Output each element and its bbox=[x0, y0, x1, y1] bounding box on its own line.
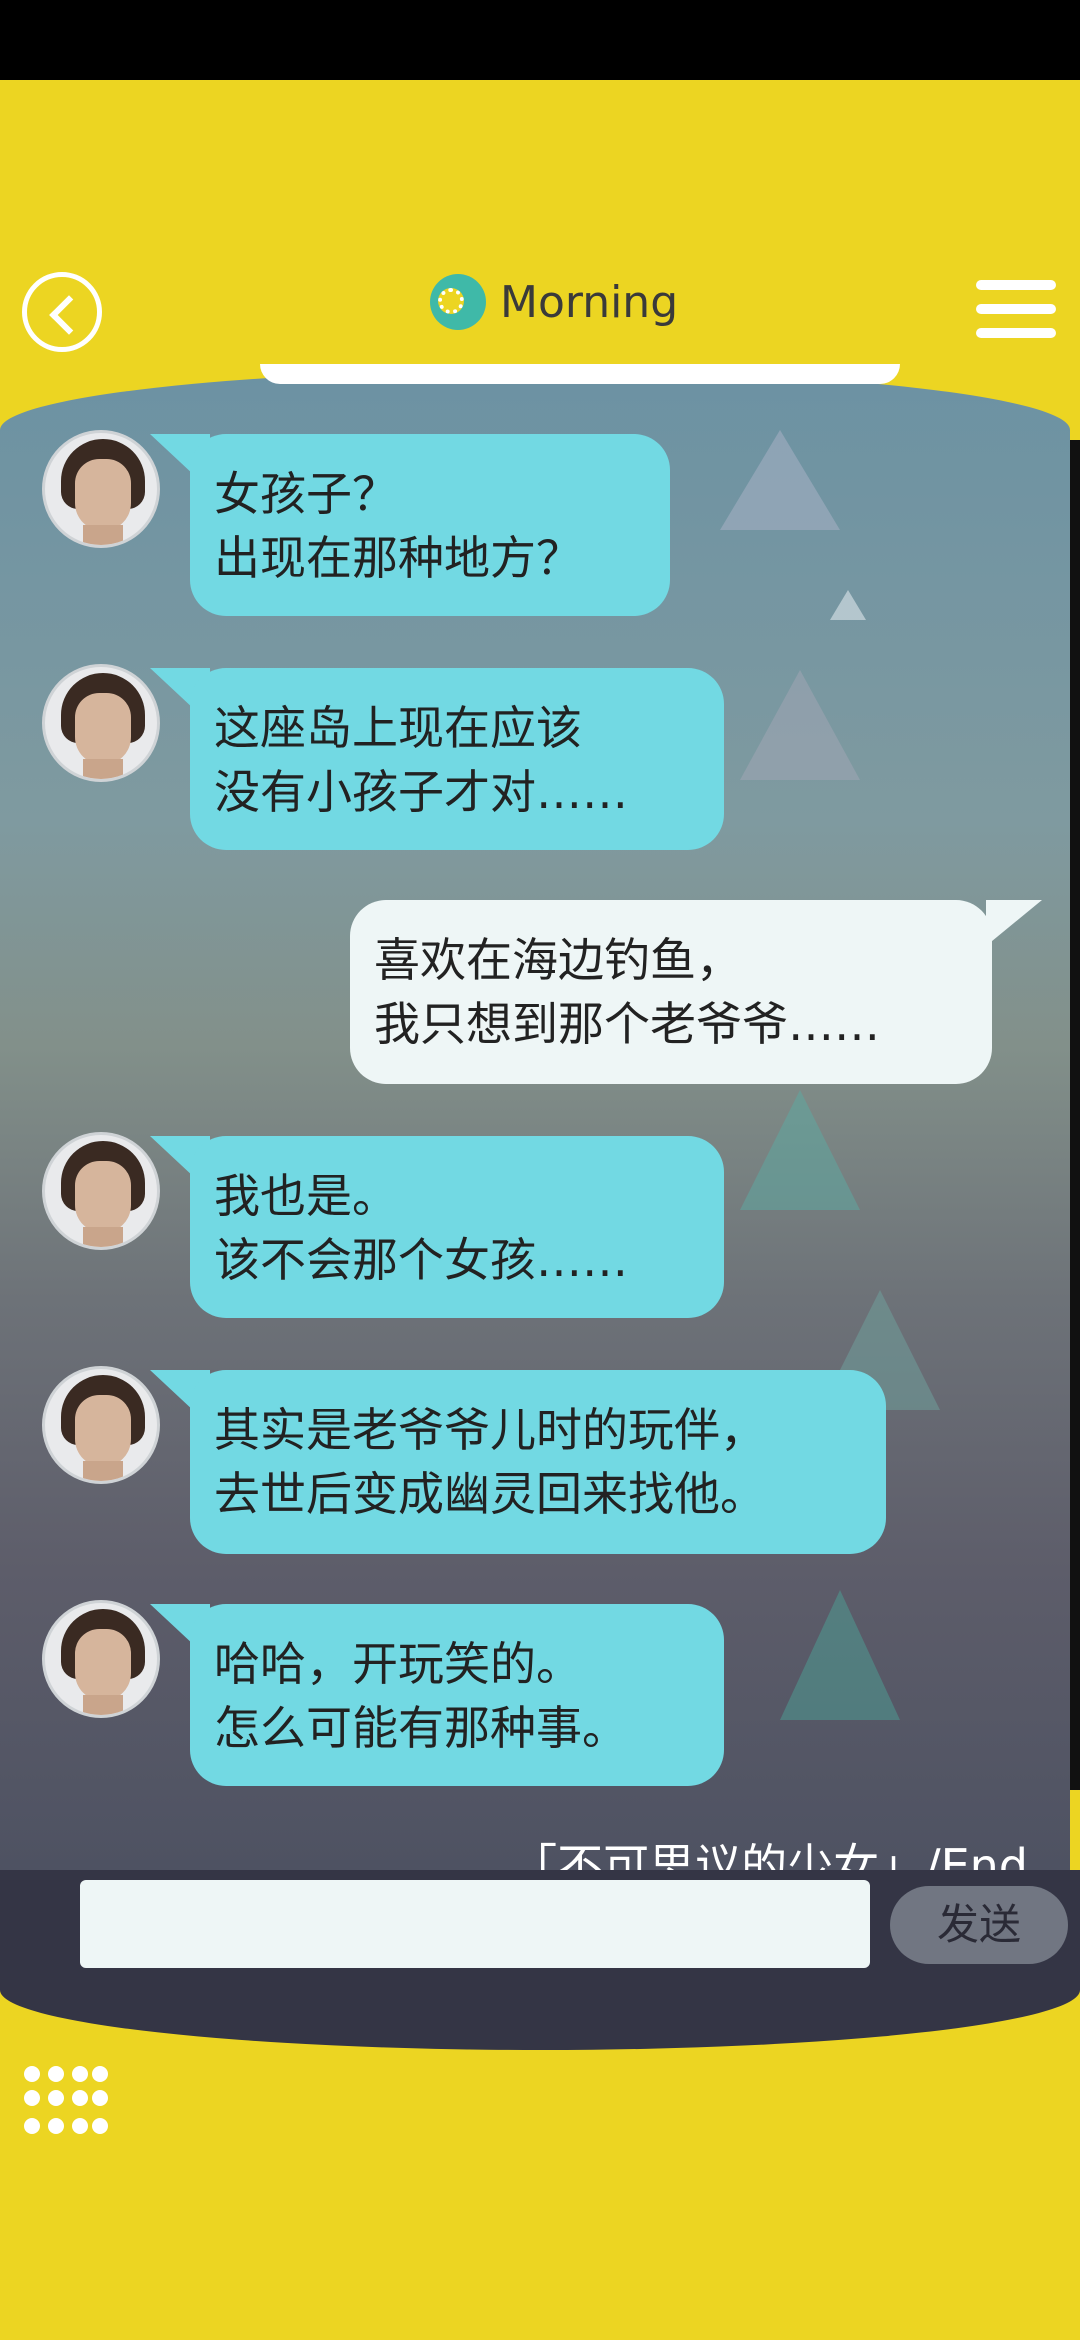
decorative-triangle bbox=[780, 1590, 900, 1720]
header bbox=[0, 80, 1080, 400]
message-bubble: 哈哈，开玩笑的。 怎么可能有那种事。 bbox=[190, 1604, 724, 1786]
chat-scroll-edge bbox=[1070, 440, 1080, 1790]
avatar[interactable] bbox=[42, 1366, 160, 1484]
message-bubble: 女孩子？ 出现在那种地方？ bbox=[190, 434, 670, 616]
decorative-triangle bbox=[830, 590, 866, 620]
bubble-tail bbox=[986, 900, 1042, 946]
back-arrow-icon bbox=[49, 295, 89, 335]
hamburger-menu-button[interactable] bbox=[976, 280, 1056, 352]
menu-line-icon bbox=[976, 328, 1056, 338]
menu-line-icon bbox=[976, 304, 1056, 314]
decorative-triangle bbox=[720, 430, 840, 530]
gear-icon bbox=[430, 274, 486, 330]
message-bubble: 其实是老爷爷儿时的玩伴， 去世后变成幽灵回来找他。 bbox=[190, 1370, 886, 1554]
chat-top-notch bbox=[260, 364, 900, 384]
message-bubble: 这座岛上现在应该 没有小孩子才对…… bbox=[190, 668, 724, 850]
page-title: Morning bbox=[500, 276, 679, 328]
send-button[interactable]: 发送 bbox=[890, 1886, 1068, 1964]
decorative-triangle bbox=[740, 670, 860, 780]
message-bubble: 我也是。 该不会那个女孩…… bbox=[190, 1136, 724, 1318]
grid-menu-button[interactable] bbox=[24, 2066, 108, 2150]
decorative-triangle bbox=[740, 1090, 860, 1210]
status-bar bbox=[0, 0, 1080, 80]
avatar[interactable] bbox=[42, 430, 160, 548]
avatar[interactable] bbox=[42, 664, 160, 782]
avatar[interactable] bbox=[42, 1132, 160, 1250]
message-input[interactable] bbox=[80, 1880, 870, 1968]
message-bubble: 喜欢在海边钓鱼， 我只想到那个老爷爷…… bbox=[350, 900, 992, 1084]
back-button[interactable] bbox=[22, 272, 102, 352]
avatar[interactable] bbox=[42, 1600, 160, 1718]
header-title-group: Morning bbox=[430, 272, 678, 332]
menu-line-icon bbox=[976, 280, 1056, 290]
